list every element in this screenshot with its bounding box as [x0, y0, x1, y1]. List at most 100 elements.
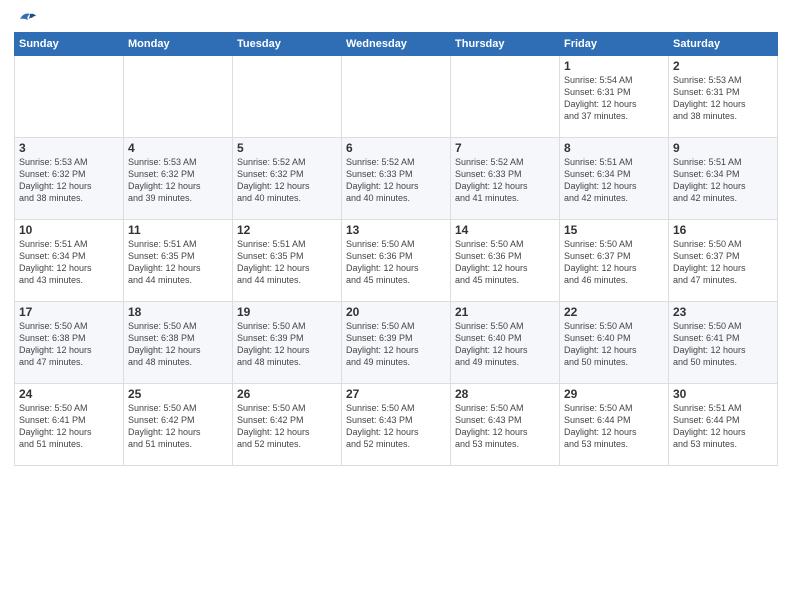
day-info: Sunrise: 5:50 AM Sunset: 6:41 PM Dayligh…	[673, 320, 773, 369]
week-row-4: 17Sunrise: 5:50 AM Sunset: 6:38 PM Dayli…	[15, 302, 778, 384]
day-info: Sunrise: 5:50 AM Sunset: 6:40 PM Dayligh…	[564, 320, 664, 369]
day-cell: 20Sunrise: 5:50 AM Sunset: 6:39 PM Dayli…	[342, 302, 451, 384]
day-info: Sunrise: 5:50 AM Sunset: 6:42 PM Dayligh…	[128, 402, 228, 451]
day-cell: 7Sunrise: 5:52 AM Sunset: 6:33 PM Daylig…	[451, 138, 560, 220]
weekday-header-row: SundayMondayTuesdayWednesdayThursdayFrid…	[15, 33, 778, 56]
week-row-3: 10Sunrise: 5:51 AM Sunset: 6:34 PM Dayli…	[15, 220, 778, 302]
day-info: Sunrise: 5:50 AM Sunset: 6:39 PM Dayligh…	[237, 320, 337, 369]
day-number: 3	[19, 141, 119, 155]
weekday-header-wednesday: Wednesday	[342, 33, 451, 56]
day-cell: 4Sunrise: 5:53 AM Sunset: 6:32 PM Daylig…	[124, 138, 233, 220]
day-number: 14	[455, 223, 555, 237]
day-number: 4	[128, 141, 228, 155]
day-number: 12	[237, 223, 337, 237]
day-info: Sunrise: 5:50 AM Sunset: 6:41 PM Dayligh…	[19, 402, 119, 451]
day-number: 9	[673, 141, 773, 155]
day-info: Sunrise: 5:52 AM Sunset: 6:33 PM Dayligh…	[455, 156, 555, 205]
day-number: 7	[455, 141, 555, 155]
day-cell: 29Sunrise: 5:50 AM Sunset: 6:44 PM Dayli…	[560, 384, 669, 466]
week-row-1: 1Sunrise: 5:54 AM Sunset: 6:31 PM Daylig…	[15, 56, 778, 138]
day-cell: 15Sunrise: 5:50 AM Sunset: 6:37 PM Dayli…	[560, 220, 669, 302]
page: SundayMondayTuesdayWednesdayThursdayFrid…	[0, 0, 792, 612]
day-cell: 28Sunrise: 5:50 AM Sunset: 6:43 PM Dayli…	[451, 384, 560, 466]
week-row-5: 24Sunrise: 5:50 AM Sunset: 6:41 PM Dayli…	[15, 384, 778, 466]
day-number: 23	[673, 305, 773, 319]
day-cell: 1Sunrise: 5:54 AM Sunset: 6:31 PM Daylig…	[560, 56, 669, 138]
day-info: Sunrise: 5:51 AM Sunset: 6:44 PM Dayligh…	[673, 402, 773, 451]
day-info: Sunrise: 5:50 AM Sunset: 6:44 PM Dayligh…	[564, 402, 664, 451]
logo-bird-icon	[16, 10, 38, 28]
day-number: 8	[564, 141, 664, 155]
day-cell: 23Sunrise: 5:50 AM Sunset: 6:41 PM Dayli…	[669, 302, 778, 384]
day-cell: 18Sunrise: 5:50 AM Sunset: 6:38 PM Dayli…	[124, 302, 233, 384]
day-cell: 14Sunrise: 5:50 AM Sunset: 6:36 PM Dayli…	[451, 220, 560, 302]
weekday-header-friday: Friday	[560, 33, 669, 56]
day-cell: 16Sunrise: 5:50 AM Sunset: 6:37 PM Dayli…	[669, 220, 778, 302]
day-cell: 17Sunrise: 5:50 AM Sunset: 6:38 PM Dayli…	[15, 302, 124, 384]
day-cell: 21Sunrise: 5:50 AM Sunset: 6:40 PM Dayli…	[451, 302, 560, 384]
day-info: Sunrise: 5:50 AM Sunset: 6:36 PM Dayligh…	[455, 238, 555, 287]
day-cell	[342, 56, 451, 138]
weekday-header-saturday: Saturday	[669, 33, 778, 56]
day-cell: 19Sunrise: 5:50 AM Sunset: 6:39 PM Dayli…	[233, 302, 342, 384]
day-info: Sunrise: 5:52 AM Sunset: 6:32 PM Dayligh…	[237, 156, 337, 205]
weekday-header-tuesday: Tuesday	[233, 33, 342, 56]
day-info: Sunrise: 5:50 AM Sunset: 6:39 PM Dayligh…	[346, 320, 446, 369]
day-cell: 11Sunrise: 5:51 AM Sunset: 6:35 PM Dayli…	[124, 220, 233, 302]
day-number: 29	[564, 387, 664, 401]
day-number: 20	[346, 305, 446, 319]
day-number: 30	[673, 387, 773, 401]
day-info: Sunrise: 5:50 AM Sunset: 6:40 PM Dayligh…	[455, 320, 555, 369]
day-info: Sunrise: 5:53 AM Sunset: 6:32 PM Dayligh…	[128, 156, 228, 205]
header	[14, 10, 778, 26]
day-number: 26	[237, 387, 337, 401]
day-cell: 5Sunrise: 5:52 AM Sunset: 6:32 PM Daylig…	[233, 138, 342, 220]
day-number: 17	[19, 305, 119, 319]
day-cell: 22Sunrise: 5:50 AM Sunset: 6:40 PM Dayli…	[560, 302, 669, 384]
day-number: 24	[19, 387, 119, 401]
day-cell: 6Sunrise: 5:52 AM Sunset: 6:33 PM Daylig…	[342, 138, 451, 220]
day-info: Sunrise: 5:53 AM Sunset: 6:31 PM Dayligh…	[673, 74, 773, 123]
day-info: Sunrise: 5:51 AM Sunset: 6:35 PM Dayligh…	[128, 238, 228, 287]
day-cell: 30Sunrise: 5:51 AM Sunset: 6:44 PM Dayli…	[669, 384, 778, 466]
day-number: 11	[128, 223, 228, 237]
logo	[14, 10, 38, 26]
day-info: Sunrise: 5:50 AM Sunset: 6:43 PM Dayligh…	[455, 402, 555, 451]
day-cell	[15, 56, 124, 138]
day-info: Sunrise: 5:50 AM Sunset: 6:43 PM Dayligh…	[346, 402, 446, 451]
day-info: Sunrise: 5:50 AM Sunset: 6:37 PM Dayligh…	[673, 238, 773, 287]
day-cell	[124, 56, 233, 138]
day-info: Sunrise: 5:50 AM Sunset: 6:42 PM Dayligh…	[237, 402, 337, 451]
day-number: 18	[128, 305, 228, 319]
day-number: 19	[237, 305, 337, 319]
day-number: 28	[455, 387, 555, 401]
day-cell: 2Sunrise: 5:53 AM Sunset: 6:31 PM Daylig…	[669, 56, 778, 138]
day-info: Sunrise: 5:50 AM Sunset: 6:38 PM Dayligh…	[128, 320, 228, 369]
day-cell: 12Sunrise: 5:51 AM Sunset: 6:35 PM Dayli…	[233, 220, 342, 302]
day-cell: 27Sunrise: 5:50 AM Sunset: 6:43 PM Dayli…	[342, 384, 451, 466]
day-number: 10	[19, 223, 119, 237]
day-cell	[451, 56, 560, 138]
day-info: Sunrise: 5:51 AM Sunset: 6:34 PM Dayligh…	[564, 156, 664, 205]
weekday-header-sunday: Sunday	[15, 33, 124, 56]
day-number: 6	[346, 141, 446, 155]
day-number: 21	[455, 305, 555, 319]
day-info: Sunrise: 5:51 AM Sunset: 6:34 PM Dayligh…	[673, 156, 773, 205]
day-info: Sunrise: 5:50 AM Sunset: 6:36 PM Dayligh…	[346, 238, 446, 287]
day-info: Sunrise: 5:51 AM Sunset: 6:35 PM Dayligh…	[237, 238, 337, 287]
day-cell: 10Sunrise: 5:51 AM Sunset: 6:34 PM Dayli…	[15, 220, 124, 302]
day-cell: 9Sunrise: 5:51 AM Sunset: 6:34 PM Daylig…	[669, 138, 778, 220]
day-cell: 8Sunrise: 5:51 AM Sunset: 6:34 PM Daylig…	[560, 138, 669, 220]
day-number: 13	[346, 223, 446, 237]
day-number: 25	[128, 387, 228, 401]
day-info: Sunrise: 5:50 AM Sunset: 6:37 PM Dayligh…	[564, 238, 664, 287]
day-info: Sunrise: 5:50 AM Sunset: 6:38 PM Dayligh…	[19, 320, 119, 369]
week-row-2: 3 Sunrise: 5:53 AM Sunset: 6:32 PM Daylig…	[15, 138, 778, 220]
day-number: 22	[564, 305, 664, 319]
day-cell: 3Sunrise: 5:53 AM Sunset: 6:32 PM Daylig…	[15, 138, 124, 220]
day-number: 5	[237, 141, 337, 155]
day-number: 2	[673, 59, 773, 73]
day-cell: 24Sunrise: 5:50 AM Sunset: 6:41 PM Dayli…	[15, 384, 124, 466]
weekday-header-thursday: Thursday	[451, 33, 560, 56]
day-number: 15	[564, 223, 664, 237]
